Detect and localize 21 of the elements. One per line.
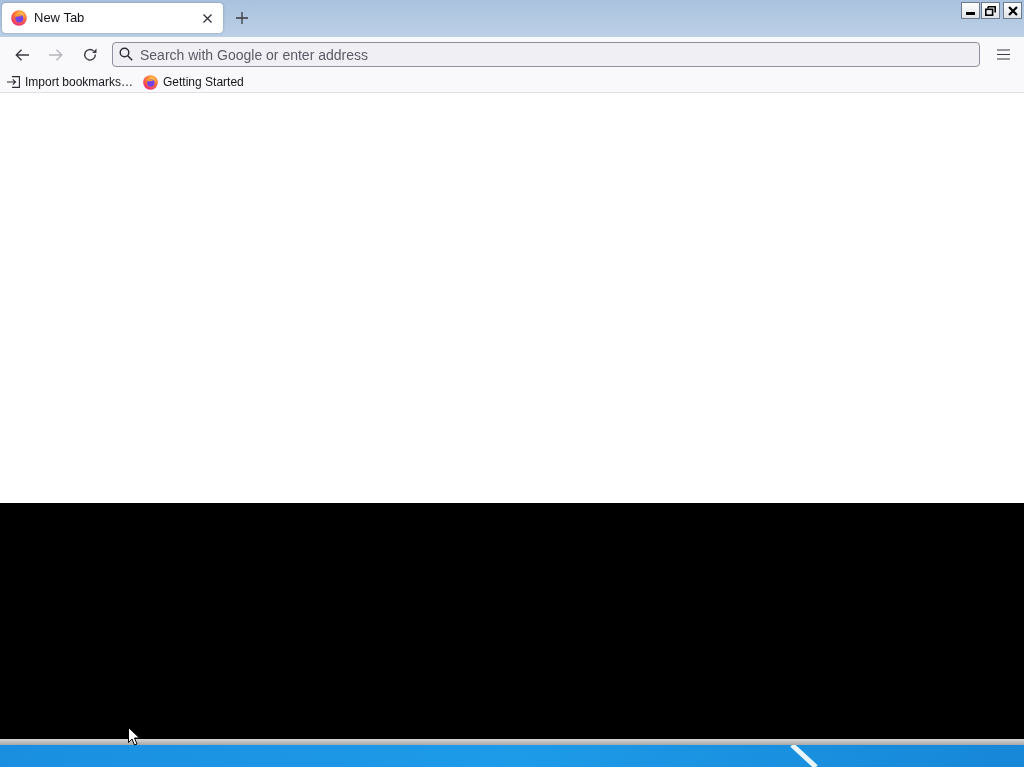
bookmark-link[interactable]: Getting Started (143, 72, 244, 92)
back-arrow-icon (15, 47, 29, 62)
close-icon (1007, 5, 1018, 16)
restore-icon (985, 5, 996, 16)
search-icon (119, 47, 133, 61)
browser-logo-icon (143, 74, 159, 90)
browser-logo-icon (11, 10, 27, 26)
plus-icon (236, 12, 248, 24)
import-icon (7, 76, 20, 88)
restore-button[interactable] (981, 2, 1000, 19)
address-field[interactable]: Search with Google or enter address (112, 42, 980, 67)
browser-tab[interactable]: New Tab (2, 3, 223, 33)
close-icon (202, 13, 212, 23)
close-window-button[interactable] (1003, 2, 1022, 19)
minimize-icon (966, 12, 975, 15)
menu-icon (996, 49, 1010, 60)
forward-arrow-icon (49, 47, 63, 62)
minimize-button[interactable] (961, 2, 980, 19)
bookmark-link[interactable]: Import bookmarks… (7, 72, 134, 92)
reload-icon (83, 47, 97, 62)
mouse-cursor-icon (128, 727, 140, 746)
